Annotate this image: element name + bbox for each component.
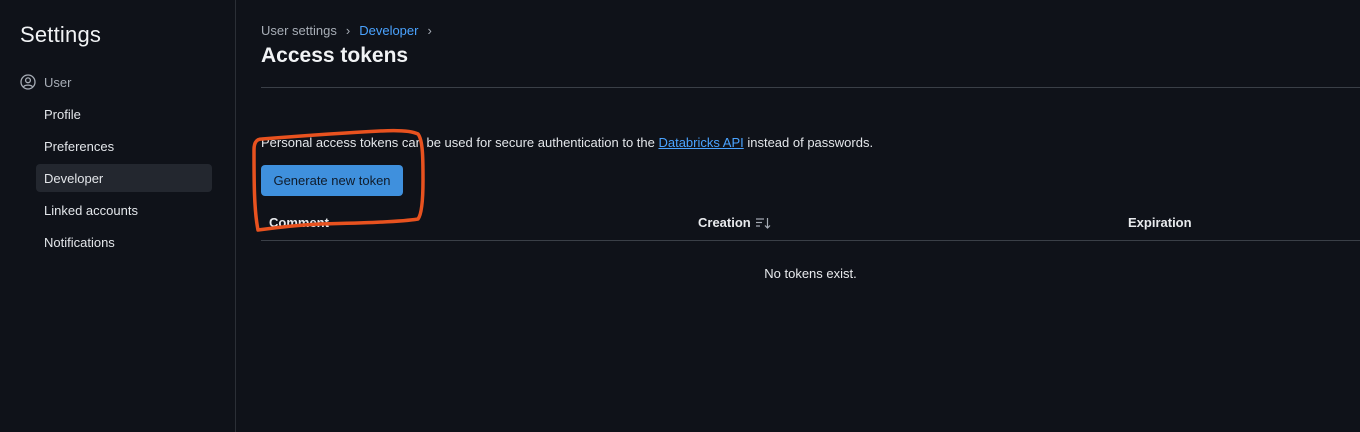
column-header-expiration: Expiration [1128, 215, 1192, 230]
sidebar-title: Settings [20, 22, 102, 47]
settings-sidebar: Settings User Profile Preferences Develo… [0, 0, 236, 432]
breadcrumb-developer-link[interactable]: Developer [359, 23, 418, 38]
sort-descending-icon [755, 217, 771, 229]
tokens-description: Personal access tokens can be used for s… [261, 135, 873, 150]
sidebar-item-preferences[interactable]: Preferences [36, 132, 212, 160]
title-divider [261, 87, 1360, 88]
sidebar-section-label: User [44, 74, 72, 90]
page-title: Access tokens [261, 44, 409, 67]
sidebar-item-profile[interactable]: Profile [36, 100, 212, 128]
column-header-label: Comment [269, 215, 329, 230]
breadcrumb: User settings › Developer › [261, 22, 441, 38]
sidebar-item-notifications[interactable]: Notifications [36, 228, 212, 256]
description-suffix: instead of passwords. [743, 135, 874, 150]
user-circle-icon [20, 74, 36, 90]
app-window: Settings User Profile Preferences Develo… [0, 0, 1360, 432]
sidebar-section-user: User [20, 72, 71, 92]
tokens-table-header: Comment Creation Expiration [261, 205, 1360, 241]
generate-new-token-button[interactable]: Generate new token [261, 165, 403, 196]
sidebar-item-label: Linked accounts [44, 202, 138, 218]
sidebar-item-developer[interactable]: Developer [36, 164, 212, 192]
sidebar-item-label: Notifications [44, 234, 115, 250]
breadcrumb-separator-icon: › [345, 22, 351, 38]
databricks-api-link[interactable]: Databricks API [658, 135, 743, 150]
main-content: User settings › Developer › Access token… [237, 0, 1360, 432]
column-header-creation[interactable]: Creation [698, 215, 771, 230]
description-prefix: Personal access tokens can be used for s… [261, 135, 659, 150]
sidebar-item-label: Preferences [44, 138, 115, 154]
sidebar-item-label: Profile [44, 106, 81, 122]
column-header-label: Creation [698, 215, 751, 230]
empty-table-message: No tokens exist. [764, 266, 857, 281]
column-header-label: Expiration [1128, 215, 1192, 230]
sidebar-item-linked-accounts[interactable]: Linked accounts [36, 196, 212, 224]
column-header-comment: Comment [269, 215, 329, 230]
breadcrumb-user-settings[interactable]: User settings [261, 23, 337, 38]
sidebar-item-label: Developer [44, 170, 104, 186]
breadcrumb-separator-icon: › [427, 22, 432, 38]
